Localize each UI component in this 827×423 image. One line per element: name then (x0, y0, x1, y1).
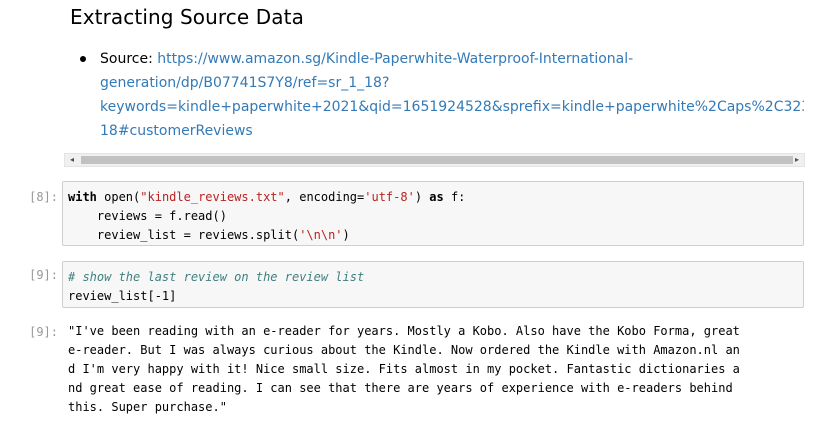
string-literal: "kindle_reviews.txt" (140, 190, 285, 204)
code-cell-8[interactable]: with open("kindle_reviews.txt", encoding… (62, 181, 804, 246)
source-link-line-4[interactable]: 18#customerReviews (100, 119, 804, 143)
scroll-left-icon[interactable]: ◂ (65, 154, 79, 166)
output-line: "I've been reading with an e-reader for … (68, 324, 740, 338)
output-area-9: "I've been reading with an e-reader for … (68, 322, 808, 417)
output-line: e-reader. But I was always curious about… (68, 343, 740, 357)
source-list-item: Source: https://www.amazon.sg/Kindle-Pap… (64, 47, 804, 143)
source-link-line-3[interactable]: keywords=kindle+paperwhite+2021&qid=1651… (100, 95, 804, 119)
keyword: as (429, 190, 444, 204)
scroll-right-icon[interactable]: ▸ (790, 154, 804, 166)
source-link-line-2[interactable]: generation/dp/B07741S7Y8/ref=sr_1_18? (100, 71, 804, 95)
source-label: Source: (100, 51, 158, 67)
input-prompt-9: [9]: (29, 268, 58, 282)
code-line: reviews = f.read() (68, 209, 227, 223)
code-cell-9[interactable]: # show the last review on the review lis… (62, 261, 804, 308)
output-line: nd great ease of reading. I can see that… (68, 381, 733, 395)
code-line: with open("kindle_reviews.txt", encoding… (68, 188, 798, 207)
code-line: review_list[-1] (68, 289, 177, 303)
string-literal: '\n\n' (299, 228, 343, 242)
scrollbar-thumb[interactable] (81, 156, 793, 164)
source-list: Source: https://www.amazon.sg/Kindle-Pap… (64, 47, 804, 143)
code-text: ) (342, 228, 350, 242)
code-text: ) (414, 190, 430, 204)
code-text: open( (96, 190, 141, 204)
keyword: with (68, 190, 97, 204)
code-text: , encoding= (284, 190, 365, 204)
bullet-icon (80, 56, 86, 62)
output-line: d I'm very happy with it! Nice small siz… (68, 362, 740, 376)
section-heading: Extracting Source Data (70, 5, 304, 29)
source-line-1: Source: https://www.amazon.sg/Kindle-Pap… (100, 47, 804, 71)
code-line: review_list = reviews.split('\n\n') (68, 226, 798, 245)
code-text: review_list = reviews.split( (68, 228, 300, 242)
output-line: this. Super purchase." (68, 400, 227, 414)
input-prompt-8: [8]: (29, 190, 58, 204)
string-literal: 'utf-8' (364, 190, 415, 204)
output-prompt-9: [9]: (29, 325, 58, 339)
horizontal-scrollbar[interactable]: ◂ ▸ (64, 153, 805, 167)
code-comment: # show the last review on the review lis… (68, 270, 365, 284)
source-link[interactable]: https://www.amazon.sg/Kindle-Paperwhite-… (157, 51, 633, 67)
code-text: f: (443, 190, 466, 204)
